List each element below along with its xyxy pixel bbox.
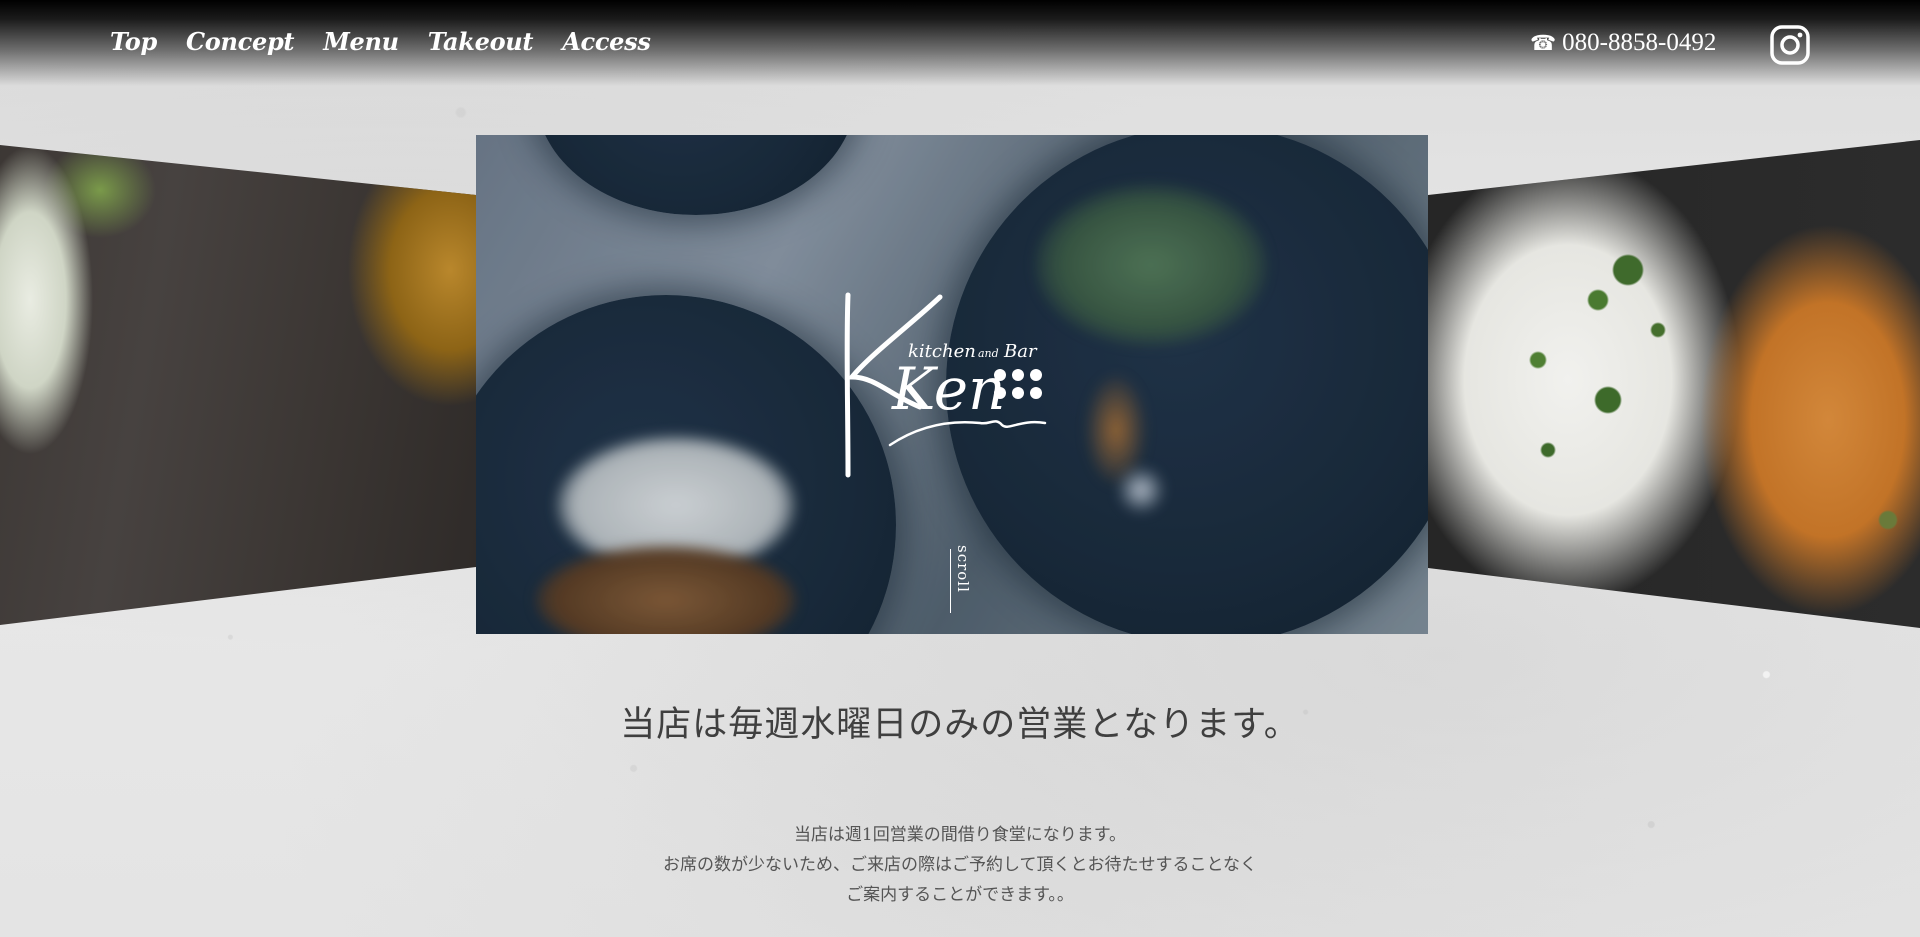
description-line-3: ご案内することができます。。 <box>846 885 1074 905</box>
logo-wave <box>888 420 1047 447</box>
phone-icon: ☎ <box>1530 31 1557 55</box>
hero-slider: Ken kitchen and Bar scroll <box>0 0 1920 650</box>
scroll-label: scroll <box>954 545 972 593</box>
nav-item-menu[interactable]: Menu <box>323 24 399 60</box>
nav-item-takeout[interactable]: Takeout <box>428 24 534 60</box>
slide-image-left[interactable] <box>0 145 476 625</box>
main-nav: Top Concept Menu Takeout Access <box>110 24 680 60</box>
logo-kitchen-text: kitchen <box>908 341 976 362</box>
description-line-2: お席の数が少ないため、ご来店の際はご予約して頂くとお待たせすることなく <box>663 855 1257 875</box>
page-headline: 当店は毎週水曜日のみの営業となります。 <box>620 705 1300 745</box>
scroll-line <box>950 549 951 613</box>
slide-image-right-herbs <box>1428 140 1920 628</box>
phone-number: 080-8858-0492 <box>1562 29 1717 56</box>
intro-description: 当店は週1回営業の間借り食堂になります。 お席の数が少ないため、ご来店の際はご予… <box>0 820 1920 910</box>
nav-item-top[interactable]: Top <box>110 24 157 60</box>
instagram-icon[interactable] <box>1770 25 1810 65</box>
logo-k-stem <box>844 292 851 478</box>
logo-and-text: and <box>978 347 999 360</box>
site-header: Top Concept Menu Takeout Access ☎ 080-885… <box>0 0 1920 86</box>
nav-item-access[interactable]: Access <box>562 24 651 60</box>
logo-bar-text: Bar <box>1003 341 1038 362</box>
logo-main-text: Ken <box>891 355 1005 423</box>
site-logo[interactable]: Ken kitchen and Bar <box>830 285 1070 495</box>
description-line-1: 当店は週1回営業の間借り食堂になります。 <box>793 825 1127 845</box>
phone-link[interactable]: ☎ 080-8858-0492 <box>1530 26 1716 60</box>
nav-item-concept[interactable]: Concept <box>186 24 295 60</box>
scroll-indicator[interactable]: scroll <box>950 545 974 615</box>
